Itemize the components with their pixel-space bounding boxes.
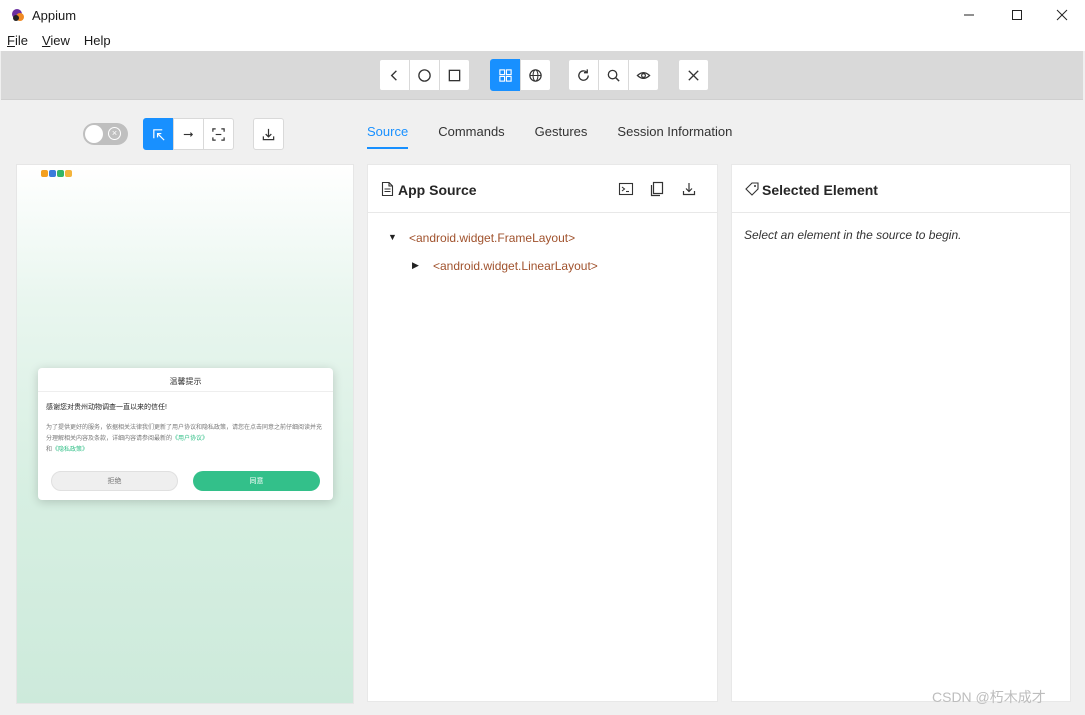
status-app-icon	[65, 170, 72, 177]
minimize-icon	[964, 14, 974, 16]
selection-hint: Select an element in the source to begin…	[744, 228, 962, 242]
download-group	[253, 118, 284, 150]
tab-gestures[interactable]: Gestures	[535, 117, 588, 149]
copy-source-button[interactable]	[649, 181, 665, 197]
toggle-off-icon: ×	[108, 127, 121, 140]
dialog-body-text: 为了提供更好的服务，依据相关法律我们更新了用户协议和隐私政策，请您在点击同意之前…	[46, 425, 323, 453]
tree-node-framelayout[interactable]: ▼ <android.widget.FrameLayout>	[388, 231, 575, 245]
copy-icon	[650, 181, 664, 197]
app-switch-icon	[448, 69, 461, 81]
recorder-button[interactable]	[628, 59, 659, 91]
download-icon	[682, 183, 696, 196]
swipe-button[interactable]	[173, 118, 204, 150]
privacy-dialog[interactable]: 温馨提示 感谢您对贵州动物调查一直以来的信任! 为了提供更好的服务，依据相关法律…	[38, 368, 333, 500]
refresh-button[interactable]	[568, 59, 599, 91]
menu-bar: File View Help	[0, 30, 1085, 51]
close-window-button[interactable]	[1039, 0, 1085, 30]
close-icon	[1056, 9, 1068, 21]
document-icon	[381, 181, 394, 197]
back-button[interactable]	[379, 59, 410, 91]
download-source-button[interactable]	[681, 181, 697, 197]
toggle-knob	[85, 125, 103, 143]
tree-node-label: <android.widget.FrameLayout>	[409, 231, 576, 245]
dialog-divider	[38, 391, 333, 392]
refresh-icon	[578, 68, 589, 81]
select-elements-button[interactable]	[143, 118, 174, 150]
native-app-mode-button[interactable]	[490, 59, 521, 91]
window-title: Appium	[32, 8, 77, 23]
watermark: CSDN @朽木成才	[932, 689, 1046, 705]
eye-icon	[636, 71, 651, 79]
screenshot-panel: × 温馨提示 感谢您对贵州动物调查一直以来的信任! 为了提供更好的服务，依据相关…	[1, 100, 361, 715]
tab-source[interactable]: Source	[367, 117, 409, 149]
home-icon	[418, 68, 431, 82]
app-source-panel: App Source ▼ <android.widget.FrameLayout…	[367, 164, 718, 702]
app-source-header: App Source	[368, 165, 717, 213]
terminal-icon	[618, 182, 634, 196]
native-app-mode-icon	[499, 68, 512, 82]
home-button[interactable]	[409, 59, 440, 91]
minimize-button[interactable]	[946, 0, 992, 30]
menu-file[interactable]: File	[7, 33, 28, 48]
decline-button[interactable]: 拒绝	[51, 471, 178, 491]
tag-icon	[745, 182, 759, 196]
maximize-icon	[1012, 10, 1022, 20]
app-switch-button[interactable]	[439, 59, 470, 91]
close-session-icon	[688, 69, 699, 81]
device-nav-group	[379, 59, 470, 91]
tap-coordinates-button[interactable]	[203, 118, 234, 150]
interaction-mode-group	[143, 118, 234, 150]
show-element-handles-toggle[interactable]: ×	[83, 123, 128, 145]
menu-help[interactable]: Help	[84, 33, 111, 48]
tab-commands[interactable]: Commands	[438, 117, 504, 149]
download-screenshot-button[interactable]	[253, 118, 284, 150]
maximize-button[interactable]	[994, 0, 1040, 30]
quit-group	[678, 59, 709, 91]
caret-collapsed-icon[interactable]: ▶	[412, 260, 419, 271]
menu-view[interactable]: View	[42, 33, 70, 48]
dialog-title: 温馨提示	[169, 377, 202, 386]
inspector-toolbar	[1, 51, 1083, 100]
selected-element-panel: Selected Element Select an element in th…	[731, 164, 1071, 702]
selected-element-header: Selected Element	[732, 165, 1070, 213]
web-context-icon	[529, 68, 542, 82]
session-actions-group	[568, 59, 659, 91]
dialog-lead-text: 感谢您对贵州动物调查一直以来的信任!	[46, 404, 167, 411]
caret-expanded-icon[interactable]: ▼	[388, 232, 397, 242]
tree-node-linearlayout[interactable]: ▶ <android.widget.LinearLayout>	[412, 259, 598, 273]
agree-button[interactable]: 同意	[193, 471, 320, 491]
device-screenshot[interactable]: 温馨提示 感谢您对贵州动物调查一直以来的信任! 为了提供更好的服务，依据相关法律…	[16, 164, 354, 704]
swipe-icon	[183, 131, 194, 137]
status-bar-icons	[41, 170, 72, 177]
app-source-title: App Source	[398, 182, 477, 198]
privacy-policy-link[interactable]: 《隐私政策》	[52, 447, 88, 453]
tree-node-label: <android.widget.LinearLayout>	[433, 259, 598, 273]
context-group	[490, 59, 551, 91]
status-app-icon	[41, 170, 48, 177]
toggle-attributes-button[interactable]	[618, 181, 634, 197]
title-bar: Appium	[0, 0, 1085, 30]
quit-session-button[interactable]	[678, 59, 709, 91]
tab-session-information[interactable]: Session Information	[617, 117, 732, 149]
tap-coordinates-icon	[212, 127, 225, 141]
status-app-icon	[57, 170, 64, 177]
web-context-button[interactable]	[520, 59, 551, 91]
inspector-tabs: Source Commands Gestures Session Informa…	[367, 117, 762, 149]
download-screenshot-icon	[262, 128, 275, 140]
status-app-icon	[49, 170, 56, 177]
selected-element-title: Selected Element	[762, 182, 878, 198]
search-button[interactable]	[598, 59, 629, 91]
select-elements-icon	[153, 128, 165, 141]
back-icon	[390, 69, 397, 81]
search-icon	[607, 69, 620, 82]
appium-logo-icon	[10, 7, 26, 23]
user-agreement-link[interactable]: 《用户协议》	[172, 436, 208, 442]
